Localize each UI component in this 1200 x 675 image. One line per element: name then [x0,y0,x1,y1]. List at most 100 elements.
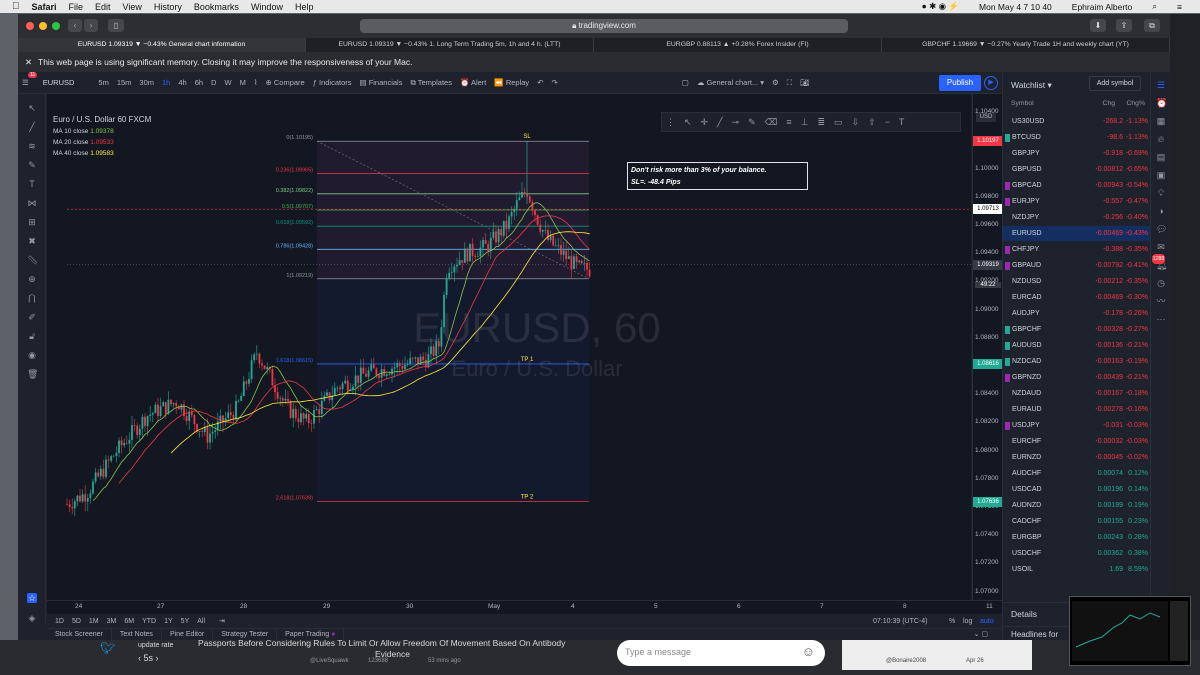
play-icon[interactable]: ▶ [984,76,998,90]
close-window-button[interactable] [26,22,34,30]
text-tool-icon[interactable]: T [27,179,37,189]
watchlist-row[interactable]: US30USD -268.2 -1.13% [1003,114,1151,130]
layout-dropdown[interactable]: ☁ General chart... ▾ [697,78,764,87]
watchlist-row[interactable]: GBPNZD -0.00439 -0.21% [1003,370,1151,386]
auto-toggle[interactable]: auto [980,618,994,625]
watchlist-row[interactable]: EURNZD -0.00045 -0.02% [1003,450,1151,466]
vline-icon[interactable]: ⊥ [801,117,809,128]
templates-button[interactable]: ⧉ Templates [410,78,452,88]
watchlist-row[interactable]: USDJPY -0.031 -0.03% [1003,418,1151,434]
menu-clock[interactable]: Mon May 4 7 10 40 [979,2,1052,12]
settings-icon[interactable]: ⚙ [772,78,779,87]
streams-icon[interactable]: ◑ [1156,206,1166,216]
menu-user[interactable]: Ephraim Alberto [1072,2,1132,12]
cursor-icon[interactable]: ↖ [27,103,37,113]
crosshair-icon[interactable]: ✛ [701,117,709,128]
tab-3[interactable]: EURGBP 0.88113 ▲ +0.28% Forex Insider (F… [594,38,882,52]
picture-in-picture-window[interactable] [1069,596,1191,666]
interval-d[interactable]: D [211,78,216,87]
trash-icon[interactable]: 🗑︎ [27,369,38,379]
indicators-button[interactable]: ƒ Indicators [313,78,352,87]
watchlist-row[interactable]: NZDJPY -0.256 -0.40% [1003,210,1151,226]
hline-icon[interactable]: ⊸ [732,117,740,128]
layout-icon[interactable]: ▢ [682,78,689,87]
row-flag[interactable] [1005,374,1010,382]
prediction-icon[interactable]: ⊞ [27,217,37,227]
share-icon[interactable]: ⇪ [1116,19,1132,32]
watchlist-row[interactable]: AUDNZD 0.00199 0.19% [1003,498,1151,514]
price-axis[interactable]: 1.10400 1.10000 1.09800 1.09600 1.09400 1.092… [972,94,1003,600]
publish-button[interactable]: Publish [939,75,981,91]
row-flag[interactable] [1005,358,1010,366]
menu-view[interactable]: View [123,2,142,12]
watchlist-row[interactable]: EURCAD -0.00469 -0.30% [1003,290,1151,306]
redo-icon[interactable]: ↷ [551,78,557,87]
interval-w[interactable]: W [224,78,231,87]
down-icon[interactable]: ⇩ [852,117,860,128]
compare-button[interactable]: ⊕ Compare [265,78,304,87]
watchlist-row[interactable]: AUDUSD -0.00136 -0.21% [1003,338,1151,354]
rect-icon[interactable]: ▭ [834,117,843,128]
watchlist-row[interactable]: NZDCAD -0.00163 -0.19% [1003,354,1151,370]
pen-icon[interactable]: ✎ [748,117,756,128]
watchlist-row[interactable]: NZDAUD -0.00167 -0.18% [1003,386,1151,402]
financials-button[interactable]: ▤ Financials [360,78,403,87]
menu-icon[interactable]: ☰ 11 [22,72,38,87]
interval-4h[interactable]: 4h [178,78,186,87]
row-flag[interactable] [1005,342,1010,350]
symbol-search[interactable]: EURUSD [43,78,75,87]
menu-history[interactable]: History [154,2,182,12]
range-3m[interactable]: 3M [107,618,117,625]
interval-m[interactable]: M [240,78,246,87]
minus-icon[interactable]: − [885,117,890,127]
watchlist-row[interactable]: CADCHF 0.00155 0.23% [1003,514,1151,530]
range-1d[interactable]: 1D [55,618,64,625]
interval-15m[interactable]: 15m [117,78,132,87]
channel-icon[interactable]: ≣ [817,117,825,128]
rate-selector[interactable]: ‹ 5s › [138,653,159,663]
calendar2-icon[interactable]: ◷ [1156,278,1166,288]
watchlist-row[interactable]: EURUSD -0.00469 -0.43% [1003,226,1151,242]
watchlist-row[interactable]: AUDJPY -0.178 -0.26% [1003,306,1151,322]
row-flag[interactable] [1005,198,1010,206]
range-1y[interactable]: 1Y [164,618,173,625]
chats-icon[interactable]: 💬︎ [1156,224,1167,234]
percent-toggle[interactable]: % [949,618,955,625]
range-1m[interactable]: 1M [89,618,99,625]
emoji-icon[interactable]: ☺ [802,644,815,659]
fullscreen-icon[interactable]: ⛶ [787,78,792,88]
replay-button[interactable]: ⏪ Replay [494,78,529,87]
fib-tool-icon[interactable]: ≋ [27,141,37,151]
range-5d[interactable]: 5D [72,618,81,625]
chart-area[interactable]: 0(1.10195) 0.236(1.09965) 0.382(1.09822) 0.… [47,94,971,600]
row-flag[interactable] [1005,134,1010,142]
watchlist-icon[interactable]: ☰ [1156,80,1166,90]
fib-icon[interactable]: ≡ [786,117,791,127]
interval-1h[interactable]: 1h [162,78,170,87]
apple-icon[interactable]:  [12,1,20,12]
range-ytd[interactable]: YTD [142,618,156,625]
tab-4[interactable]: GBPCHF 1.19669 ▼ −0.27% Yearly Trade 1H … [882,38,1170,52]
sidebar-icon[interactable]: ▯ [108,19,124,32]
eye-icon[interactable]: ◉ [27,350,37,360]
tabs-overview-icon[interactable]: ⧉ [1144,19,1160,32]
interval-6h[interactable]: 6h [195,78,203,87]
undo-icon[interactable]: ↶ [537,78,543,87]
up-icon[interactable]: ⇧ [868,117,876,128]
spotlight-icon[interactable]: ⌕ [1152,1,1157,12]
add-symbol-button[interactable]: Add symbol [1089,76,1141,91]
col-chgpct[interactable]: Chg% [1126,100,1145,107]
lock-drawings-icon[interactable]: 🔓︎ [27,331,37,341]
watchlist-row[interactable]: GBPAUD -0.00792 -0.41% [1003,258,1151,274]
control-center-icon[interactable]: ≡ [1177,2,1182,12]
news-icon[interactable]: ▣ [1156,170,1166,180]
status-icons[interactable]: ● ✱ ◉ ⚡ [922,1,959,12]
menu-file[interactable]: File [69,2,84,12]
row-flag[interactable] [1005,262,1010,270]
data-window-icon[interactable]: ▦ [1156,116,1166,126]
watchlist-row[interactable]: EURJPY -0.557 -0.47% [1003,194,1151,210]
watchlist-row[interactable]: USOIL 1.69 8.59% [1003,562,1151,578]
watchlist-row[interactable]: GBPUSD -0.00812 -0.65% [1003,162,1151,178]
message-input[interactable]: Type a message ☺ [617,640,825,666]
watchlist-title[interactable]: Watchlist ▾ [1011,80,1052,91]
